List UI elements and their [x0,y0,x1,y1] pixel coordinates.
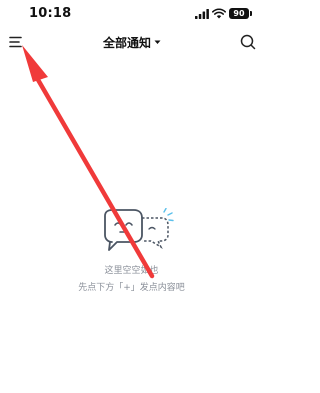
menu-icon[interactable] [7,33,25,51]
top-navigation-bar: 全部通知 [0,28,263,56]
page-title: 全部通知 [102,35,151,50]
wifi-icon [212,8,226,19]
notification-filter-dropdown[interactable]: 全部通知 [96,33,168,51]
empty-state-hint: 先点下方「+」发点内容吧 [78,283,185,293]
search-icon[interactable] [239,33,257,51]
empty-state-title: 这里空空如也 [104,266,159,276]
status-bar: 10:18 90 [0,0,263,28]
empty-chat-illustration [104,208,174,251]
battery-tip [250,11,252,16]
chevron-down-icon [154,40,161,44]
signal-icon [195,9,209,19]
annotation-arrow-icon [22,45,155,279]
battery-icon: 90 [229,8,249,19]
status-time: 10:18 [29,6,72,21]
battery-level: 90 [233,9,245,18]
